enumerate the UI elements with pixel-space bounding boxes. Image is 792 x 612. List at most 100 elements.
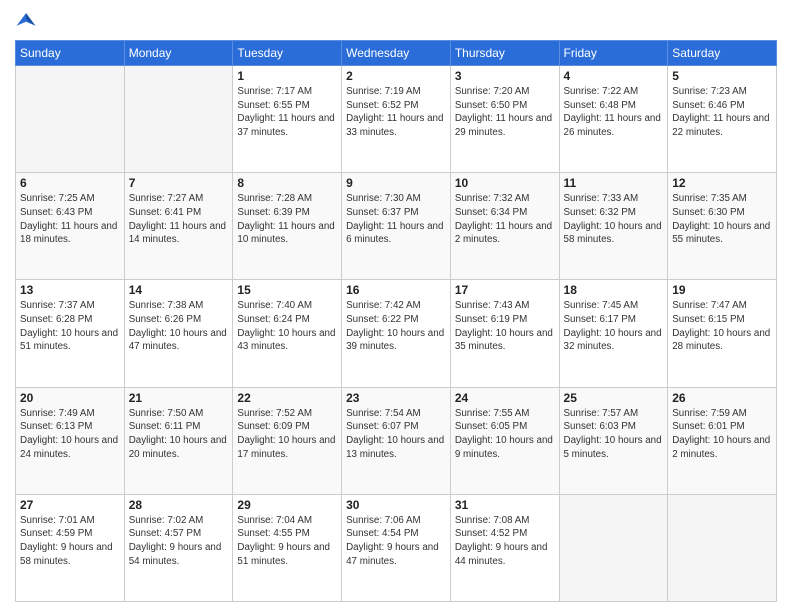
calendar-cell: 28 Sunrise: 7:02 AMSunset: 4:57 PMDayligh… bbox=[124, 494, 233, 601]
calendar-cell: 3 Sunrise: 7:20 AMSunset: 6:50 PMDaylight… bbox=[450, 66, 559, 173]
day-number: 7 bbox=[129, 176, 229, 190]
calendar-cell: 30 Sunrise: 7:06 AMSunset: 4:54 PMDayligh… bbox=[342, 494, 451, 601]
calendar-cell: 18Sunrise: 7:45 AMSunset: 6:17 PMDayligh… bbox=[559, 280, 668, 387]
day-number: 12 bbox=[672, 176, 772, 190]
day-number: 27 bbox=[20, 498, 120, 512]
day-number: 8 bbox=[237, 176, 337, 190]
day-info: Sunrise: 7:06 AMSunset: 4:54 PMDaylight:… bbox=[346, 514, 446, 569]
calendar-cell: 29 Sunrise: 7:04 AMSunset: 4:55 PMDayligh… bbox=[233, 494, 342, 601]
day-info: Sunrise: 7:35 AMSunset: 6:30 PMDaylight:… bbox=[672, 192, 772, 247]
day-info: Sunrise: 7:17 AMSunset: 6:55 PMDaylight:… bbox=[237, 85, 337, 140]
logo-icon bbox=[15, 10, 37, 32]
day-number: 24 bbox=[455, 391, 555, 405]
day-number: 6 bbox=[20, 176, 120, 190]
day-info: Sunrise: 7:01 AMSunset: 4:59 PMDaylight:… bbox=[20, 514, 120, 569]
day-number: 31 bbox=[455, 498, 555, 512]
weekday-header-friday: Friday bbox=[559, 41, 668, 66]
day-number: 23 bbox=[346, 391, 446, 405]
day-number: 4 bbox=[564, 69, 664, 83]
calendar-cell: 1 Sunrise: 7:17 AMSunset: 6:55 PMDaylight… bbox=[233, 66, 342, 173]
calendar-week-5: 27 Sunrise: 7:01 AMSunset: 4:59 PMDayligh… bbox=[16, 494, 777, 601]
day-info: Sunrise: 7:28 AMSunset: 6:39 PMDaylight:… bbox=[237, 192, 337, 247]
weekday-header-wednesday: Wednesday bbox=[342, 41, 451, 66]
calendar-cell: 5 Sunrise: 7:23 AMSunset: 6:46 PMDaylight… bbox=[668, 66, 777, 173]
day-number: 20 bbox=[20, 391, 120, 405]
calendar-cell: 9 Sunrise: 7:30 AMSunset: 6:37 PMDaylight… bbox=[342, 173, 451, 280]
day-number: 30 bbox=[346, 498, 446, 512]
day-info: Sunrise: 7:59 AMSunset: 6:01 PMDaylight:… bbox=[672, 407, 772, 462]
day-info: Sunrise: 7:23 AMSunset: 6:46 PMDaylight:… bbox=[672, 85, 772, 140]
day-number: 28 bbox=[129, 498, 229, 512]
calendar-cell: 22Sunrise: 7:52 AMSunset: 6:09 PMDayligh… bbox=[233, 387, 342, 494]
day-info: Sunrise: 7:25 AMSunset: 6:43 PMDaylight:… bbox=[20, 192, 120, 247]
day-number: 16 bbox=[346, 283, 446, 297]
calendar-cell: 11 Sunrise: 7:33 AMSunset: 6:32 PMDayligh… bbox=[559, 173, 668, 280]
day-number: 10 bbox=[455, 176, 555, 190]
weekday-header-thursday: Thursday bbox=[450, 41, 559, 66]
calendar-cell: 13 Sunrise: 7:37 AMSunset: 6:28 PMDayligh… bbox=[16, 280, 125, 387]
day-info: Sunrise: 7:02 AMSunset: 4:57 PMDaylight:… bbox=[129, 514, 229, 569]
calendar-cell: 19 Sunrise: 7:47 AMSunset: 6:15 PMDayligh… bbox=[668, 280, 777, 387]
day-info: Sunrise: 7:54 AMSunset: 6:07 PMDaylight:… bbox=[346, 407, 446, 462]
day-info: Sunrise: 7:42 AMSunset: 6:22 PMDaylight:… bbox=[346, 299, 446, 354]
weekday-header-row: SundayMondayTuesdayWednesdayThursdayFrid… bbox=[16, 41, 777, 66]
weekday-header-saturday: Saturday bbox=[668, 41, 777, 66]
day-info: Sunrise: 7:33 AMSunset: 6:32 PMDaylight:… bbox=[564, 192, 664, 247]
calendar-cell: 26 Sunrise: 7:59 AMSunset: 6:01 PMDayligh… bbox=[668, 387, 777, 494]
logo bbox=[15, 10, 41, 32]
day-info: Sunrise: 7:04 AMSunset: 4:55 PMDaylight:… bbox=[237, 514, 337, 569]
calendar-week-1: 1 Sunrise: 7:17 AMSunset: 6:55 PMDaylight… bbox=[16, 66, 777, 173]
day-number: 13 bbox=[20, 283, 120, 297]
day-info: Sunrise: 7:08 AMSunset: 4:52 PMDaylight:… bbox=[455, 514, 555, 569]
day-info: Sunrise: 7:57 AMSunset: 6:03 PMDaylight:… bbox=[564, 407, 664, 462]
day-info: Sunrise: 7:32 AMSunset: 6:34 PMDaylight:… bbox=[455, 192, 555, 247]
day-number: 1 bbox=[237, 69, 337, 83]
calendar-cell: 8 Sunrise: 7:28 AMSunset: 6:39 PMDaylight… bbox=[233, 173, 342, 280]
day-info: Sunrise: 7:22 AMSunset: 6:48 PMDaylight:… bbox=[564, 85, 664, 140]
calendar-cell bbox=[668, 494, 777, 601]
day-number: 19 bbox=[672, 283, 772, 297]
day-number: 26 bbox=[672, 391, 772, 405]
day-number: 3 bbox=[455, 69, 555, 83]
day-info: Sunrise: 7:38 AMSunset: 6:26 PMDaylight:… bbox=[129, 299, 229, 354]
day-number: 9 bbox=[346, 176, 446, 190]
calendar-cell: 27 Sunrise: 7:01 AMSunset: 4:59 PMDayligh… bbox=[16, 494, 125, 601]
calendar-cell: 24Sunrise: 7:55 AMSunset: 6:05 PMDayligh… bbox=[450, 387, 559, 494]
calendar-cell: 15 Sunrise: 7:40 AMSunset: 6:24 PMDayligh… bbox=[233, 280, 342, 387]
calendar-cell: 21Sunrise: 7:50 AMSunset: 6:11 PMDayligh… bbox=[124, 387, 233, 494]
day-info: Sunrise: 7:47 AMSunset: 6:15 PMDaylight:… bbox=[672, 299, 772, 354]
day-number: 17 bbox=[455, 283, 555, 297]
calendar-cell: 23 Sunrise: 7:54 AMSunset: 6:07 PMDayligh… bbox=[342, 387, 451, 494]
weekday-header-sunday: Sunday bbox=[16, 41, 125, 66]
weekday-header-tuesday: Tuesday bbox=[233, 41, 342, 66]
day-number: 22 bbox=[237, 391, 337, 405]
calendar-table: SundayMondayTuesdayWednesdayThursdayFrid… bbox=[15, 40, 777, 602]
day-number: 14 bbox=[129, 283, 229, 297]
day-info: Sunrise: 7:43 AMSunset: 6:19 PMDaylight:… bbox=[455, 299, 555, 354]
calendar-cell: 2Sunrise: 7:19 AMSunset: 6:52 PMDaylight… bbox=[342, 66, 451, 173]
day-number: 15 bbox=[237, 283, 337, 297]
day-number: 11 bbox=[564, 176, 664, 190]
calendar-cell: 14 Sunrise: 7:38 AMSunset: 6:26 PMDayligh… bbox=[124, 280, 233, 387]
calendar-week-2: 6 Sunrise: 7:25 AMSunset: 6:43 PMDaylight… bbox=[16, 173, 777, 280]
day-number: 29 bbox=[237, 498, 337, 512]
day-number: 25 bbox=[564, 391, 664, 405]
day-info: Sunrise: 7:30 AMSunset: 6:37 PMDaylight:… bbox=[346, 192, 446, 247]
calendar-cell bbox=[559, 494, 668, 601]
weekday-header-monday: Monday bbox=[124, 41, 233, 66]
calendar-cell: 20 Sunrise: 7:49 AMSunset: 6:13 PMDayligh… bbox=[16, 387, 125, 494]
day-number: 18 bbox=[564, 283, 664, 297]
day-number: 5 bbox=[672, 69, 772, 83]
day-info: Sunrise: 7:37 AMSunset: 6:28 PMDaylight:… bbox=[20, 299, 120, 354]
calendar-cell: 12 Sunrise: 7:35 AMSunset: 6:30 PMDayligh… bbox=[668, 173, 777, 280]
day-info: Sunrise: 7:20 AMSunset: 6:50 PMDaylight:… bbox=[455, 85, 555, 140]
day-info: Sunrise: 7:49 AMSunset: 6:13 PMDaylight:… bbox=[20, 407, 120, 462]
calendar-week-4: 20 Sunrise: 7:49 AMSunset: 6:13 PMDayligh… bbox=[16, 387, 777, 494]
day-number: 2 bbox=[346, 69, 446, 83]
calendar-cell: 25 Sunrise: 7:57 AMSunset: 6:03 PMDayligh… bbox=[559, 387, 668, 494]
day-info: Sunrise: 7:40 AMSunset: 6:24 PMDaylight:… bbox=[237, 299, 337, 354]
calendar-cell: 10 Sunrise: 7:32 AMSunset: 6:34 PMDayligh… bbox=[450, 173, 559, 280]
calendar-week-3: 13 Sunrise: 7:37 AMSunset: 6:28 PMDayligh… bbox=[16, 280, 777, 387]
calendar-cell: 4 Sunrise: 7:22 AMSunset: 6:48 PMDaylight… bbox=[559, 66, 668, 173]
calendar-cell: 17 Sunrise: 7:43 AMSunset: 6:19 PMDayligh… bbox=[450, 280, 559, 387]
